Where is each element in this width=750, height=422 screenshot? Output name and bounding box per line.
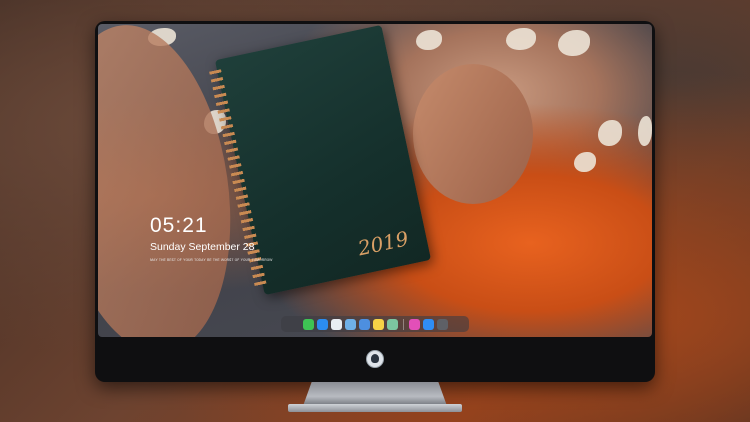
avatar-logo-icon — [366, 350, 384, 368]
messages-icon[interactable] — [302, 318, 314, 330]
monitor-stand-base — [288, 404, 462, 412]
lock-screen-time: 05:21 — [150, 214, 208, 237]
petal — [558, 30, 590, 56]
notes-icon[interactable] — [372, 318, 384, 330]
petal — [416, 30, 442, 50]
desktop-screen: 2019 05:21 Sunday September 28 ᴍᴀʏ ᴛʜᴇ ʙ… — [98, 24, 652, 337]
photos-icon[interactable] — [386, 318, 398, 330]
petal — [574, 152, 596, 172]
floral-notebook: 2019 — [209, 24, 432, 296]
dock — [281, 316, 469, 332]
lock-screen-date: Sunday September 28 — [150, 241, 255, 253]
itunes-icon[interactable] — [408, 318, 420, 330]
petal — [598, 120, 622, 146]
notebook-year: 2019 — [355, 226, 411, 261]
dock-separator — [402, 318, 404, 330]
safari-icon[interactable] — [330, 318, 342, 330]
preview-icon[interactable] — [344, 318, 356, 330]
clapper-icon[interactable] — [358, 318, 370, 330]
knee-right — [413, 64, 533, 204]
screenshot-icon[interactable] — [436, 318, 448, 330]
petal — [506, 28, 536, 50]
finder-icon[interactable] — [316, 318, 328, 330]
lock-screen-quote: ᴍᴀʏ ᴛʜᴇ ʙᴇꜱᴛ ᴏꜰ ʏᴏᴜʀ ᴛᴏᴅᴀʏ ʙᴇ ᴛʜᴇ ᴡᴏʀꜱᴛ … — [150, 257, 273, 262]
monitor-stand — [303, 382, 447, 406]
app-store-icon[interactable] — [422, 318, 434, 330]
petal — [638, 116, 652, 146]
